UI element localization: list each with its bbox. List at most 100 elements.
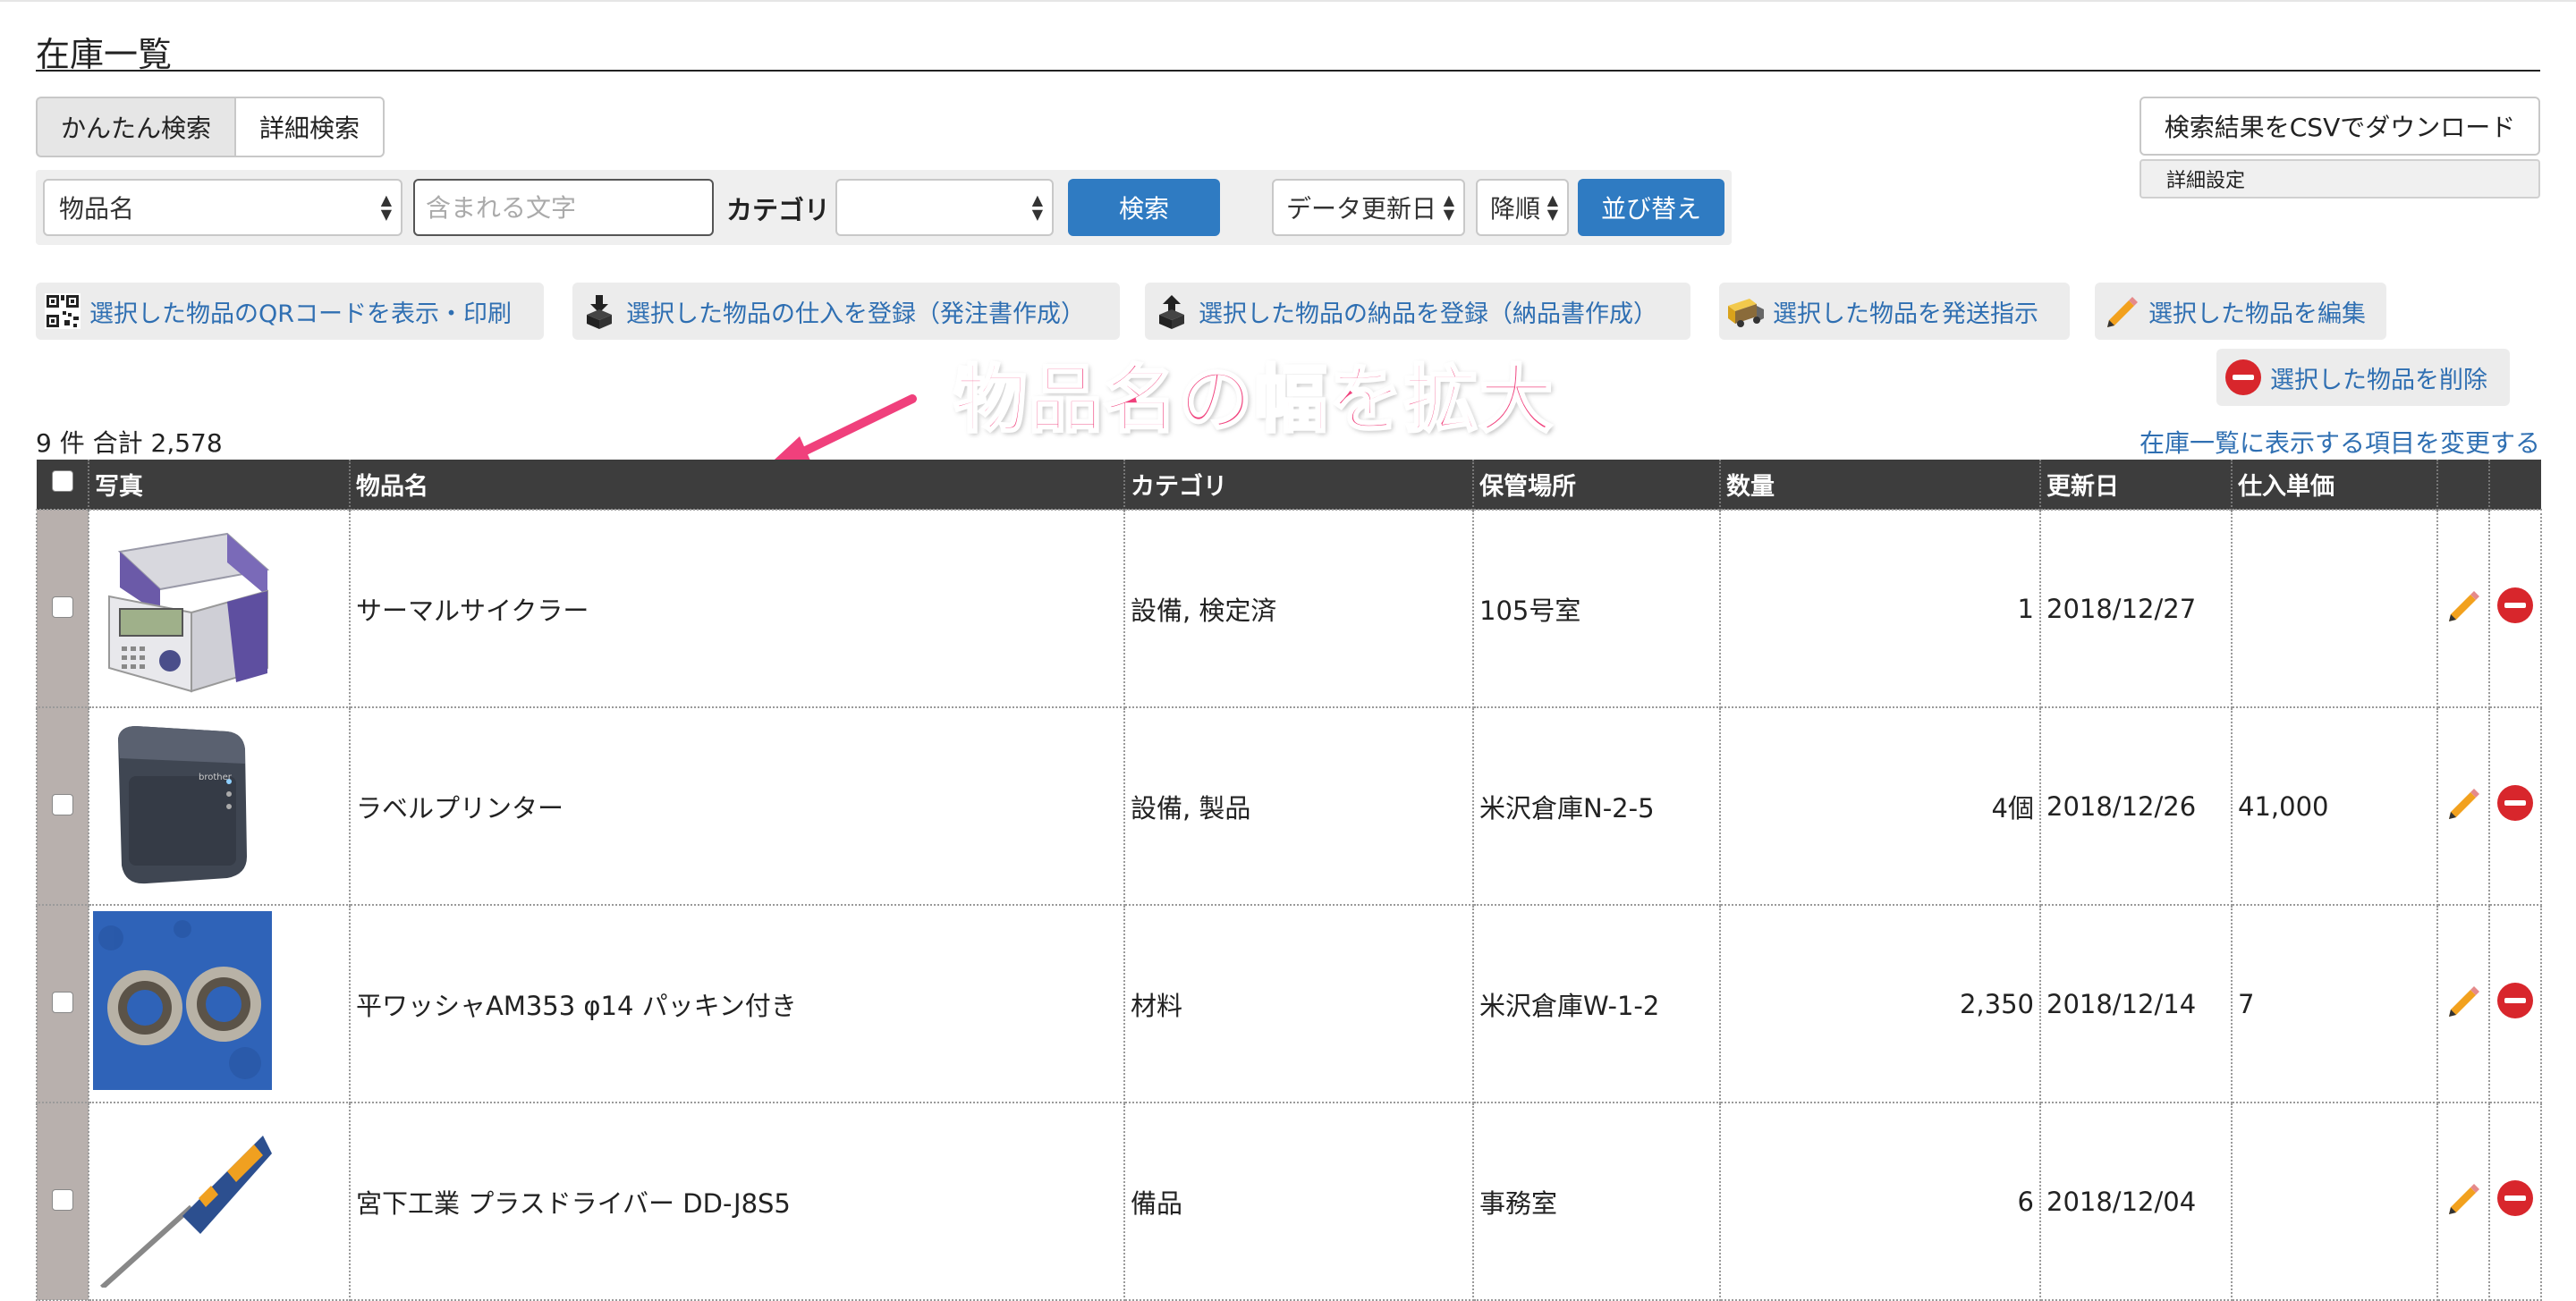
row-qty: 6 [1719,1102,2041,1301]
row-unit-price: 41,000 [2231,706,2438,906]
row-checkbox-cell[interactable] [36,904,89,1103]
sort-order-value: 降順 [1490,194,1541,224]
search-field-select[interactable]: 物品名 ▲ ▼ [43,179,402,236]
table-header-row: 写真 物品名 カテゴリ 保管場所 数量 更新日 仕入単価 [37,460,2541,510]
annotation-text: 物品名の幅を拡大 [952,357,1555,444]
row-updated: 2018/12/14 [2039,904,2233,1103]
header-updated[interactable]: 更新日 [2040,460,2233,510]
header-category[interactable]: カテゴリ [1124,460,1474,510]
row-name: 平ワッシャAM353 φ14 パッキン付き [349,904,1125,1103]
detail-settings-button[interactable]: 詳細設定 [2140,159,2540,199]
register-purchase-button[interactable]: 選択した物品の仕入を登録（発注書作成） [572,283,1120,340]
row-checkbox[interactable] [52,793,73,815]
row-location: 105号室 [1472,509,1721,708]
header-edit [2437,460,2490,510]
result-count: 9 件 合計 2,578 [36,428,223,458]
header-delete [2489,460,2541,510]
pencil-icon [2449,986,2479,1017]
row-delete-button[interactable] [2488,1102,2542,1301]
row-updated: 2018/12/04 [2039,1102,2233,1301]
row-delete-button[interactable] [2488,509,2542,708]
row-category: 材料 [1123,904,1474,1103]
row-unit-price [2231,509,2438,708]
ship-instruction-button[interactable]: 選択した物品を発送指示 [1719,283,2070,340]
select-arrows-icon: ▲ ▼ [1546,191,1558,223]
csv-download-button[interactable]: 検索結果をCSVでダウンロード [2140,97,2540,156]
row-checkbox-cell[interactable] [36,1102,89,1301]
show-qr-button[interactable]: 選択した物品のQRコードを表示・印刷 [36,283,544,340]
edit-selected-button[interactable]: 選択した物品を編集 [2095,283,2386,340]
row-edit-button[interactable] [2436,706,2490,906]
search-panel: 物品名 ▲▼ カテゴリ ▲▼ 検索 データ更新日 ▲▼ 降順 ▲▼ 並び替え [36,170,1732,245]
header-qty[interactable]: 数量 [1720,460,2041,510]
tab-simple-search[interactable]: かんたん検索 [36,97,235,157]
row-checkbox-cell[interactable] [36,706,89,906]
row-qty: 4個 [1719,706,2041,906]
row-photo[interactable] [88,509,351,708]
qr-code-icon [43,291,82,331]
register-purchase-label: 選択した物品の仕入を登録（発注書作成） [626,300,1085,328]
search-button[interactable]: 検索 [1068,179,1220,236]
row-category: 備品 [1123,1102,1474,1301]
category-select[interactable]: ▲ ▼ [835,179,1054,236]
inventory-table: 写真 物品名 カテゴリ 保管場所 数量 更新日 仕入単価 サーマルサイクラー 設… [36,460,2542,1301]
table-row: 宮下工業 プラスドライバー DD-J8S5 備品 事務室 6 2018/12/0… [36,1102,2542,1301]
header-name[interactable]: 物品名 [350,460,1125,510]
tab-detail-search[interactable]: 詳細検索 [234,97,386,157]
row-unit-price: 7 [2231,904,2438,1103]
register-delivery-label: 選択した物品の納品を登録（納品書作成） [1199,300,1657,328]
search-field-value: 物品名 [59,194,135,224]
search-tabs: かんたん検索 詳細検索 [36,97,386,157]
ship-instruction-label: 選択した物品を発送指示 [1773,300,2038,328]
table-row: 平ワッシャAM353 φ14 パッキン付き 材料 米沢倉庫W-1-2 2,350… [36,904,2542,1103]
change-columns-link[interactable]: 在庫一覧に表示する項目を変更する [2140,424,2540,460]
row-name: ラベルプリンター [349,706,1125,906]
row-checkbox[interactable] [52,991,73,1013]
washers-photo [93,911,272,1090]
select-all-checkbox-cell[interactable] [37,460,89,510]
select-all-checkbox[interactable] [51,470,73,492]
row-edit-button[interactable] [2436,1102,2490,1301]
table-row: brother ラベルプリンター 設備, 製品 米沢倉庫N-2-5 4個 201… [36,706,2542,906]
register-delivery-button[interactable]: 選択した物品の納品を登録（納品書作成） [1145,283,1690,340]
row-photo[interactable]: brother [88,706,351,906]
title-rule [36,70,2540,72]
header-unit-price[interactable]: 仕入単価 [2232,460,2438,510]
sort-field-select[interactable]: データ更新日 ▲ ▼ [1272,179,1465,236]
row-name: サーマルサイクラー [349,509,1125,708]
row-location: 米沢倉庫N-2-5 [1472,706,1721,906]
row-unit-price [2231,1102,2438,1301]
row-updated: 2018/12/27 [2039,509,2233,708]
select-arrows-icon: ▲ ▼ [1031,191,1043,223]
row-photo[interactable] [88,904,351,1103]
sort-order-select[interactable]: 降順 ▲ ▼ [1476,179,1569,236]
row-photo[interactable] [88,1102,351,1301]
row-name: 宮下工業 プラスドライバー DD-J8S5 [349,1102,1125,1301]
row-edit-button[interactable] [2436,509,2490,708]
truck-icon [1726,291,1766,331]
header-location[interactable]: 保管場所 [1473,460,1721,510]
pencil-icon [2449,789,2479,819]
search-text-input[interactable] [413,179,714,236]
row-location: 米沢倉庫W-1-2 [1472,904,1721,1103]
sort-field-value: データ更新日 [1286,194,1437,224]
select-arrows-icon: ▲ ▼ [1443,191,1454,223]
delete-icon [2497,785,2533,821]
row-location: 事務室 [1472,1102,1721,1301]
delete-selected-button[interactable]: 選択した物品を削除 [2216,349,2510,406]
row-edit-button[interactable] [2436,904,2490,1103]
category-label: カテゴリ [726,195,831,225]
header-photo[interactable]: 写真 [89,460,351,510]
row-checkbox-cell[interactable] [36,509,89,708]
pencil-icon [2449,591,2479,621]
delete-icon [2224,358,2263,397]
thermal-cycler-photo [93,516,272,695]
row-delete-button[interactable] [2488,904,2542,1103]
sort-button[interactable]: 並び替え [1578,179,1724,236]
row-delete-button[interactable] [2488,706,2542,906]
pencil-icon [2102,291,2141,331]
row-checkbox[interactable] [52,1188,73,1211]
edit-selected-label: 選択した物品を編集 [2148,300,2366,328]
delete-selected-label: 選択した物品を削除 [2270,366,2487,394]
row-checkbox[interactable] [52,596,73,618]
